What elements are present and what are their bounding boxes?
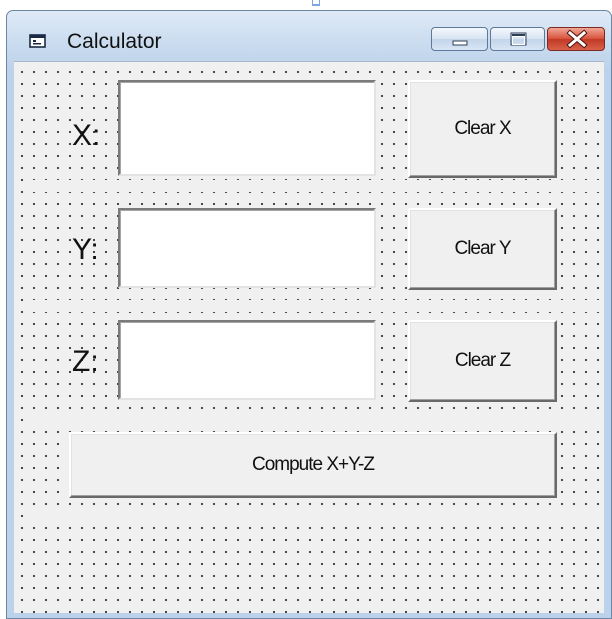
z-input[interactable] xyxy=(118,320,376,400)
maximize-icon xyxy=(510,32,527,46)
calculator-window: Calculator X: Clear X Y: Clear Y Z: Clea… xyxy=(6,10,612,619)
y-input[interactable] xyxy=(118,208,376,288)
x-label: X: xyxy=(72,119,101,152)
grid-gap xyxy=(29,300,603,312)
minimize-button[interactable] xyxy=(431,27,488,51)
title-bar[interactable]: Calculator xyxy=(7,11,611,61)
z-label: Z: xyxy=(72,345,99,378)
compute-button[interactable]: Compute X+Y-Z xyxy=(69,432,557,498)
x-input[interactable] xyxy=(118,80,376,176)
minimize-icon xyxy=(452,40,468,46)
window-title: Calculator xyxy=(67,30,162,53)
clear-x-button[interactable]: Clear X xyxy=(408,80,557,178)
form-icon[interactable] xyxy=(29,33,47,49)
top-edge-marker xyxy=(312,0,320,6)
grid-gap xyxy=(29,510,603,522)
form-design-surface[interactable]: X: Clear X Y: Clear Y Z: Clear Z Compute… xyxy=(14,61,604,613)
clear-y-button[interactable]: Clear Y xyxy=(408,208,557,290)
grid-gap xyxy=(29,412,603,424)
clear-z-button[interactable]: Clear Z xyxy=(408,320,557,402)
maximize-button[interactable] xyxy=(490,27,545,51)
grid-gap xyxy=(29,180,603,192)
close-icon xyxy=(566,29,588,49)
y-label: Y: xyxy=(72,233,99,266)
close-button[interactable] xyxy=(547,27,605,51)
